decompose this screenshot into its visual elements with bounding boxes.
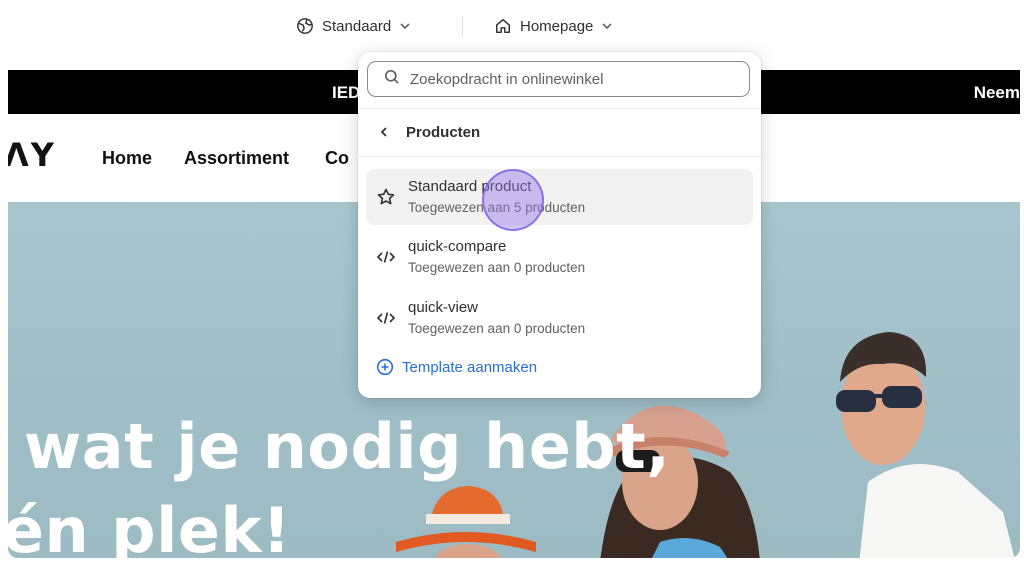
template-item-standaard-product[interactable]: Standaard product Toegewezen aan 5 produ… — [366, 169, 753, 225]
create-template-label: Template aanmaken — [402, 358, 538, 376]
popover-divider — [358, 156, 761, 157]
search-input[interactable] — [408, 69, 732, 89]
template-item-quick-view[interactable]: quick-view Toegewezen aan 0 producten — [366, 290, 753, 346]
chevron-down-icon — [399, 20, 411, 32]
announcement-text-right: Neem — [973, 83, 1020, 102]
store-logo[interactable]: ΛY — [8, 136, 56, 174]
plus-circle-icon — [376, 358, 394, 376]
hero-heading-line1: wat je nodig hebt, — [24, 410, 671, 483]
hero-heading-line2: én plek! — [8, 494, 291, 559]
create-template-button[interactable]: Template aanmaken — [376, 358, 537, 376]
code-icon — [376, 247, 396, 267]
back-label: Producten — [406, 123, 481, 141]
theme-label: Standaard — [322, 17, 392, 35]
code-icon — [376, 308, 396, 328]
back-to-producten[interactable]: Producten — [358, 110, 761, 154]
chevron-left-icon — [378, 126, 390, 138]
hero-person-child — [396, 482, 536, 558]
editor-topbar: Standaard Homepage — [0, 0, 1024, 52]
template-title: quick-view — [408, 299, 479, 316]
chevron-down-icon — [601, 20, 613, 32]
hero-person-man — [788, 312, 1020, 558]
template-item-quick-compare[interactable]: quick-compare Toegewezen aan 0 producten — [366, 229, 753, 285]
nav-link-home[interactable]: Home — [102, 148, 152, 169]
page-label: Homepage — [520, 17, 594, 35]
click-indicator — [482, 169, 544, 231]
nav-link-assortiment[interactable]: Assortiment — [184, 148, 289, 169]
nav-link-contact[interactable]: Co — [325, 148, 349, 169]
theme-selector[interactable]: Standaard — [296, 14, 411, 38]
template-subtitle: Toegewezen aan 0 producten — [408, 321, 586, 336]
star-icon — [376, 187, 396, 207]
template-picker-popover: Producten Standaard product Toegewezen a… — [358, 52, 761, 398]
popover-divider — [358, 108, 761, 109]
template-subtitle: Toegewezen aan 0 producten — [408, 260, 586, 275]
globe-icon — [296, 17, 314, 35]
search-field[interactable] — [367, 61, 750, 97]
template-title: quick-compare — [408, 238, 507, 255]
search-icon — [368, 69, 400, 90]
announcement-text: IED — [332, 83, 361, 102]
page-selector[interactable]: Homepage — [494, 14, 613, 38]
home-icon — [494, 17, 512, 35]
topbar-divider — [462, 16, 463, 36]
